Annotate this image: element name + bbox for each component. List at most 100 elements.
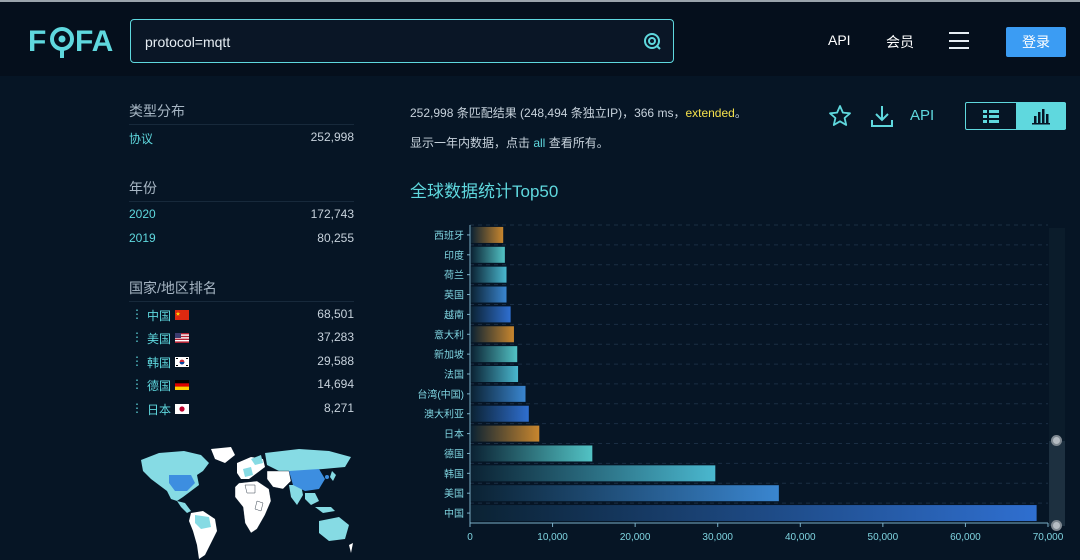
world-map[interactable] (139, 445, 354, 560)
fofa-logo[interactable]: F FA (28, 22, 118, 58)
notice-text: 显示一年内数据，点击 (410, 136, 534, 150)
bar (471, 366, 519, 382)
expand-icon[interactable]: ⋮ (131, 401, 143, 415)
bar (471, 485, 779, 502)
chart-zoom-range[interactable] (1049, 441, 1065, 526)
category-label: 日本 (444, 428, 464, 441)
bar (471, 465, 716, 482)
bar (471, 226, 504, 243)
germany-flag-icon (175, 380, 189, 390)
bar (471, 246, 505, 263)
star-icon[interactable] (828, 104, 852, 128)
zoom-handle-top[interactable] (1051, 435, 1062, 446)
top-header: F FA protocol=mqtt API 会员 登录 (0, 2, 1080, 76)
result-count-text: 252,998 条匹配结果 (248,494 条独立IP)，366 ms， (410, 106, 686, 120)
x-tick-label: 70,000 (1033, 532, 1064, 543)
x-tick-label: 0 (467, 532, 473, 543)
bar (471, 425, 540, 442)
bar (471, 405, 529, 422)
divider (129, 124, 354, 125)
category-label: 越南 (444, 308, 464, 321)
list-view-button[interactable] (966, 103, 1016, 129)
expand-icon[interactable]: ⋮ (131, 330, 143, 344)
api-link[interactable]: API (910, 107, 934, 124)
bar (471, 326, 514, 343)
year-row: 2019 80,255 (129, 229, 354, 247)
show-all-link[interactable]: all (533, 136, 545, 150)
bar (471, 346, 518, 363)
bar (471, 306, 511, 323)
country-value: 29,588 (317, 354, 354, 368)
divider (129, 301, 354, 302)
x-tick-label: 60,000 (950, 532, 981, 543)
result-summary: 252,998 条匹配结果 (248,494 条独立IP)，366 ms，ext… (410, 104, 747, 121)
type-dist-row: 协议 252,998 (129, 128, 354, 146)
expand-icon[interactable]: ⋮ (131, 377, 143, 391)
nav-membership[interactable]: 会员 (886, 32, 914, 52)
x-tick-label: 30,000 (702, 532, 733, 543)
country-row: ⋮ 美国 37,283 (129, 328, 354, 346)
bar-chart-icon (1032, 109, 1050, 125)
svg-text:FA: FA (75, 25, 113, 58)
country-label[interactable]: 美国 (147, 330, 171, 347)
category-label: 中国 (444, 507, 464, 520)
chart-view-button[interactable] (1016, 103, 1066, 129)
bar (471, 445, 593, 462)
expand-icon[interactable]: ⋮ (131, 354, 143, 368)
bar (471, 505, 1037, 522)
expand-icon[interactable]: ⋮ (131, 307, 143, 321)
category-label: 韩国 (444, 467, 464, 480)
type-dist-label[interactable]: 协议 (129, 130, 153, 147)
year-row: 2020 172,743 (129, 205, 354, 223)
category-label: 西班牙 (434, 230, 464, 242)
svg-text:F: F (28, 25, 46, 58)
search-box[interactable]: protocol=mqtt (130, 19, 674, 63)
year-title: 年份 (129, 180, 157, 196)
zoom-handle-bottom[interactable] (1051, 520, 1062, 531)
us-flag-icon (175, 333, 189, 343)
country-row: ⋮ 中国 68,501 (129, 305, 354, 323)
category-label: 美国 (444, 487, 464, 500)
korea-flag-icon (175, 357, 189, 367)
year-label[interactable]: 2019 (129, 231, 156, 245)
category-label: 意大利 (434, 328, 464, 341)
year-value: 172,743 (310, 207, 354, 221)
list-view-icon (983, 110, 999, 123)
nav-api[interactable]: API (828, 32, 851, 48)
country-label[interactable]: 德国 (147, 377, 171, 394)
japan-flag-icon (175, 404, 189, 414)
chart-title: 全球数据统计Top50 (410, 182, 559, 201)
year-label[interactable]: 2020 (129, 207, 156, 221)
category-label: 台湾(中国) (417, 388, 464, 401)
category-label: 德国 (444, 447, 464, 460)
country-value: 8,271 (323, 401, 354, 415)
search-input[interactable]: protocol=mqtt (145, 34, 230, 50)
x-tick-label: 50,000 (868, 532, 899, 543)
country-value: 14,694 (317, 377, 354, 391)
country-value: 37,283 (317, 330, 354, 344)
country-row: ⋮ 韩国 29,588 (129, 352, 354, 370)
category-label: 荷兰 (444, 269, 464, 282)
category-label: 英国 (444, 289, 464, 302)
category-label: 法国 (444, 368, 464, 381)
category-label: 印度 (444, 249, 464, 262)
hamburger-menu-icon[interactable] (949, 32, 969, 49)
download-icon[interactable] (870, 104, 894, 128)
x-tick-label: 10,000 (537, 532, 568, 543)
x-tick-label: 20,000 (620, 532, 651, 543)
category-label: 新加坡 (434, 348, 464, 361)
country-label[interactable]: 中国 (147, 307, 171, 324)
top50-bar-chart: 西班牙印度荷兰英国越南意大利新加坡法国台湾(中国) 澳大利亚日本德国韩国美国中国 0… (417, 224, 1064, 543)
country-label[interactable]: 韩国 (147, 354, 171, 371)
country-label[interactable]: 日本 (147, 401, 171, 418)
bar (471, 385, 526, 402)
view-toggle (965, 102, 1066, 130)
x-tick-label: 40,000 (785, 532, 816, 543)
result-summary-end: 。 (734, 106, 747, 120)
login-button[interactable]: 登录 (1006, 27, 1066, 57)
search-icon[interactable] (641, 30, 663, 52)
extended-link[interactable]: extended (685, 106, 734, 120)
bar (471, 266, 507, 283)
country-rank-title: 国家/地区排名 (129, 280, 217, 296)
china-flag-icon (175, 310, 189, 320)
